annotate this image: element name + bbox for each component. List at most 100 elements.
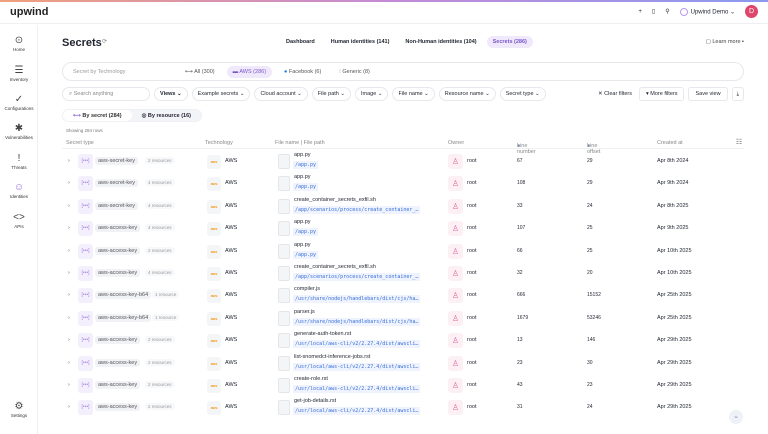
sidebar-item-apis[interactable]: <> APIs bbox=[0, 212, 38, 229]
expand-icon[interactable]: › bbox=[68, 270, 70, 276]
table-row[interactable]: › [•••] aws-access-key 4 resources aws A… bbox=[62, 218, 744, 240]
resource-count[interactable]: 2 resources bbox=[145, 380, 175, 388]
sidebar-item-configurations[interactable]: ✓ Configurations bbox=[0, 94, 38, 111]
resource-count[interactable]: 1 resource bbox=[152, 291, 180, 299]
file-path[interactable]: /app/scenarios/process/create_container_… bbox=[293, 272, 421, 281]
sidebar-item-vulnerabilities[interactable]: ✱ Vulnerabilities bbox=[0, 123, 38, 140]
created-at: Apr 29th 2025 bbox=[657, 404, 692, 411]
secret-type: aws-access-key bbox=[95, 268, 141, 277]
chip-all[interactable]: ⟷ All (300) bbox=[179, 66, 221, 78]
expand-icon[interactable]: › bbox=[68, 292, 70, 298]
resource-count[interactable]: 4 resources bbox=[145, 268, 175, 276]
image-filter[interactable]: Image ⌄ bbox=[355, 87, 389, 101]
save-view-button[interactable]: Save view bbox=[688, 87, 728, 101]
expand-icon[interactable]: › bbox=[68, 248, 70, 254]
table-row[interactable]: › [•••] aws-secret-key 4 resources aws A… bbox=[62, 173, 744, 195]
table-row[interactable]: › [•••] aws-access-key 4 resources aws A… bbox=[62, 263, 744, 285]
table-row[interactable]: › [•••] aws-secret-key 2 resources aws A… bbox=[62, 151, 744, 173]
file-name-filter[interactable]: File name ⌄ bbox=[392, 87, 435, 101]
file-path[interactable]: /usr/share/nodejs/handlebars/dist/cjs/ha… bbox=[293, 295, 421, 304]
by-resource-toggle[interactable]: ◎ By resource (16) bbox=[132, 110, 201, 121]
key-icon: [•••] bbox=[78, 221, 93, 237]
more-filters-button[interactable]: ▾ More filters bbox=[638, 87, 685, 101]
sidebar-item-settings[interactable]: ⚙ Settings bbox=[0, 401, 38, 418]
resource-count[interactable]: 2 resources bbox=[145, 358, 175, 366]
file-path[interactable]: /app.py bbox=[293, 161, 319, 169]
avatar[interactable]: D bbox=[745, 5, 758, 18]
table-row[interactable]: › [•••] aws-access-key 2 resources aws A… bbox=[62, 397, 744, 419]
file-path[interactable]: /usr/local/aws-cli/v2/2.27.4/dist/awscli… bbox=[293, 340, 421, 349]
tab-non-human-identities[interactable]: Non-Human identities (104) bbox=[399, 36, 482, 48]
table-row[interactable]: › [•••] aws-access-key 2 resources aws A… bbox=[62, 375, 744, 397]
file-path[interactable]: /usr/local/aws-cli/v2/2.27.4/dist/awscli… bbox=[293, 407, 421, 416]
col-created-at[interactable]: Created at bbox=[657, 140, 683, 146]
expand-icon[interactable]: › bbox=[68, 180, 70, 186]
file-path[interactable]: /app/scenarios/process/create_container_… bbox=[293, 205, 421, 214]
sidebar-item-identities[interactable]: ☺ Identities bbox=[0, 182, 38, 199]
expand-icon[interactable]: › bbox=[68, 203, 70, 209]
clear-filters-button[interactable]: ✕ Clear filters bbox=[595, 87, 635, 101]
tab-human-identities[interactable]: Human identities (141) bbox=[325, 36, 396, 48]
table-row[interactable]: › [•••] aws-access-key-b64 1 resource aw… bbox=[62, 285, 744, 307]
col-owner[interactable]: Owner bbox=[448, 140, 464, 146]
chip-generic[interactable]: ⁞ Generic (8) bbox=[333, 66, 376, 78]
expand-icon[interactable]: › bbox=[68, 337, 70, 343]
bug-icon: ✱ bbox=[14, 123, 24, 134]
refresh-icon[interactable]: ⟳ bbox=[102, 38, 107, 45]
resource-count[interactable]: 2 resources bbox=[145, 157, 175, 164]
expand-icon[interactable]: › bbox=[68, 382, 70, 388]
tab-secrets[interactable]: Secrets (286) bbox=[486, 36, 533, 48]
chip-facebook[interactable]: ● Facebook (6) bbox=[278, 66, 327, 78]
file-path[interactable]: /usr/local/aws-cli/v2/2.27.4/dist/awscli… bbox=[293, 384, 421, 393]
by-secret-toggle[interactable]: ⟷ By secret (284) bbox=[63, 110, 132, 121]
download-icon[interactable]: ⤓ bbox=[731, 87, 744, 101]
plus-icon[interactable]: + bbox=[638, 9, 642, 15]
example-secrets-filter[interactable]: Example secrets ⌄ bbox=[191, 87, 251, 101]
table-row[interactable]: › [•••] aws-access-key 2 resources aws A… bbox=[62, 353, 744, 375]
sidebar-item-home[interactable]: ⊙ Home bbox=[0, 35, 38, 52]
file-path[interactable]: /app.py bbox=[293, 250, 319, 259]
expand-icon[interactable]: › bbox=[68, 225, 70, 231]
table-row[interactable]: › [•••] aws-access-key 2 resources aws A… bbox=[62, 241, 744, 263]
resource-count[interactable]: 2 resources bbox=[145, 246, 175, 254]
table-row[interactable]: › [•••] aws-access-key-b64 1 resource aw… bbox=[62, 308, 744, 330]
logo[interactable]: upwind bbox=[10, 6, 49, 18]
expand-icon[interactable]: › bbox=[68, 360, 70, 366]
search-input[interactable]: ⌕ Search anything bbox=[62, 87, 150, 101]
code-icon: <> bbox=[13, 212, 25, 223]
resource-count[interactable]: 2 resources bbox=[145, 336, 175, 344]
file-path[interactable]: /usr/local/aws-cli/v2/2.27.4/dist/awscli… bbox=[293, 362, 421, 371]
expand-icon[interactable]: › bbox=[68, 315, 70, 321]
col-file[interactable]: File name | File path bbox=[275, 140, 325, 146]
secret-type-filter[interactable]: Secret type ⌄ bbox=[499, 87, 546, 101]
sidebar-item-threats[interactable]: ! Threats bbox=[0, 153, 38, 170]
resource-count[interactable]: 4 resources bbox=[145, 201, 175, 209]
resource-count[interactable]: 2 resources bbox=[145, 403, 175, 411]
user-switch-icon[interactable]: ⚲ bbox=[665, 8, 669, 15]
resource-count[interactable]: 4 resources bbox=[145, 224, 175, 232]
views-dropdown[interactable]: Views ⌄ bbox=[154, 87, 188, 101]
file-path[interactable]: /app.py bbox=[293, 228, 319, 237]
expand-icon[interactable]: › bbox=[68, 158, 70, 164]
file-path-filter[interactable]: File path ⌄ bbox=[311, 87, 351, 101]
column-settings-icon[interactable]: ☷ bbox=[734, 138, 744, 148]
expand-icon[interactable]: › bbox=[68, 404, 70, 410]
col-technology[interactable]: Technology bbox=[205, 140, 233, 146]
file-path[interactable]: /usr/share/nodejs/handlebars/dist/cjs/ha… bbox=[293, 317, 421, 326]
table-row[interactable]: › [•••] aws-secret-key 4 resources aws A… bbox=[62, 196, 744, 218]
col-secret-type[interactable]: Secret type bbox=[66, 140, 94, 146]
tab-dashboard[interactable]: Dashboard bbox=[280, 36, 321, 48]
book-icon[interactable]: ▯ bbox=[652, 8, 655, 15]
file-path[interactable]: /app.py bbox=[293, 183, 319, 192]
table-row[interactable]: › [•••] aws-access-key 2 resources aws A… bbox=[62, 330, 744, 352]
org-selector[interactable]: Upwind Demo ⌄ bbox=[679, 7, 735, 16]
resource-count[interactable]: 1 resource bbox=[152, 313, 180, 321]
learn-more-link[interactable]: ▢ Learn more ▪ bbox=[706, 39, 744, 45]
chip-aws[interactable]: ▬ AWS (286) bbox=[226, 65, 273, 78]
resource-name-filter[interactable]: Resource name ⌄ bbox=[438, 87, 496, 101]
scroll-down-icon[interactable]: ⌄ bbox=[729, 410, 743, 424]
cloud-account-filter[interactable]: Cloud account ⌄ bbox=[254, 87, 308, 101]
line-number: 33 bbox=[517, 202, 523, 209]
sidebar-item-inventory[interactable]: ☰ Inventory bbox=[0, 65, 38, 82]
resource-count[interactable]: 4 resources bbox=[145, 179, 175, 187]
